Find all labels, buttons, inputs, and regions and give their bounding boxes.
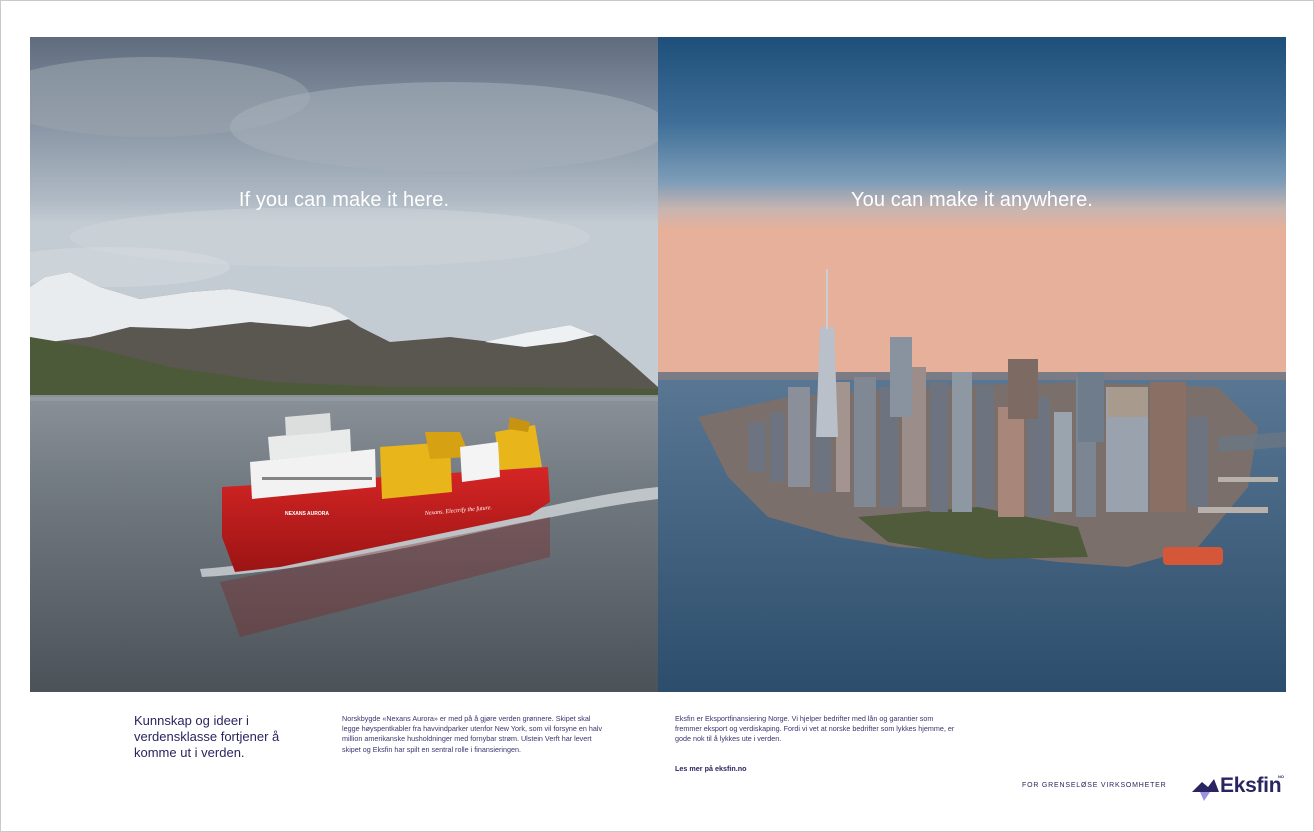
eksfin-logo-icon [1192, 779, 1219, 801]
fjord-scene: NEXANS AURORA Nexans. Electrify the futu… [30, 37, 658, 692]
right-headline: You can make it anywhere. [851, 189, 1093, 211]
website-link[interactable]: Les mer på eksfin.no [675, 764, 747, 773]
left-photo-ship-fjord: NEXANS AURORA Nexans. Electrify the futu… [30, 37, 658, 692]
body-text-column-2: Eksfin er Eksportfinansiering Norge. Vi … [675, 714, 955, 744]
eksfin-logo[interactable]: Eksfin NO [1192, 772, 1292, 802]
tagline: FOR GRENSELØSE VIRKSOMHETER [1022, 782, 1167, 789]
body-text-column-1: Norskbygde «Nexans Aurora» er med på å g… [342, 714, 603, 754]
intro-text: Kunnskap og ideer i verdensklasse fortje… [134, 713, 280, 760]
logo-country-code: NO [1278, 774, 1284, 779]
logo-wordmark: Eksfin [1220, 774, 1282, 797]
left-headline: If you can make it here. [238, 189, 450, 211]
ship-name-text: NEXANS AURORA [285, 511, 329, 517]
right-photo-new-york: You can make it anywhere. [658, 37, 1286, 692]
manhattan-scene [658, 37, 1286, 692]
